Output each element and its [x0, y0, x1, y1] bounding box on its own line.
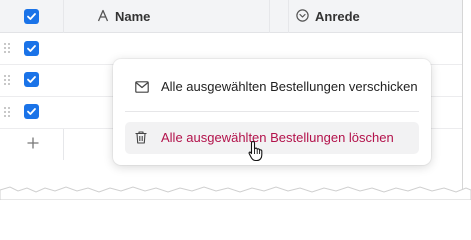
table-header: Name Anrede: [0, 0, 462, 33]
drag-handle-icon[interactable]: [4, 43, 10, 53]
torn-edge: [0, 186, 471, 200]
drag-handle-icon[interactable]: [4, 75, 10, 85]
hand-cursor-icon: [248, 140, 263, 162]
menu-divider: [125, 111, 419, 112]
drag-handle-icon[interactable]: [4, 107, 10, 117]
menu-item-label: Alle ausgewählten Bestellungen löschen: [161, 130, 394, 145]
delete-selected-orders-menu-item[interactable]: Alle ausgewählten Bestellungen löschen: [125, 122, 419, 154]
row-checkbox[interactable]: [24, 72, 39, 87]
check-icon: [27, 13, 36, 20]
plus-icon[interactable]: [27, 137, 39, 149]
trash-icon: [135, 131, 147, 149]
send-selected-orders-menu-item[interactable]: Alle ausgewählten Bestellungen verschick…: [125, 71, 419, 103]
row-checkbox[interactable]: [24, 41, 39, 56]
menu-item-label: Alle ausgewählten Bestellungen verschick…: [161, 79, 418, 94]
column-header-anrede[interactable]: Anrede: [315, 9, 360, 24]
check-icon: [27, 45, 36, 52]
row-checkbox[interactable]: [24, 104, 39, 119]
select-all-checkbox[interactable]: [24, 9, 39, 24]
single-select-icon: [296, 9, 309, 27]
check-icon: [27, 76, 36, 83]
column-header-name[interactable]: Name: [115, 9, 150, 24]
mail-icon: [135, 80, 149, 98]
check-icon: [27, 108, 36, 115]
text-field-icon: [97, 9, 109, 27]
context-menu: Alle ausgewählten Bestellungen verschick…: [113, 59, 431, 165]
